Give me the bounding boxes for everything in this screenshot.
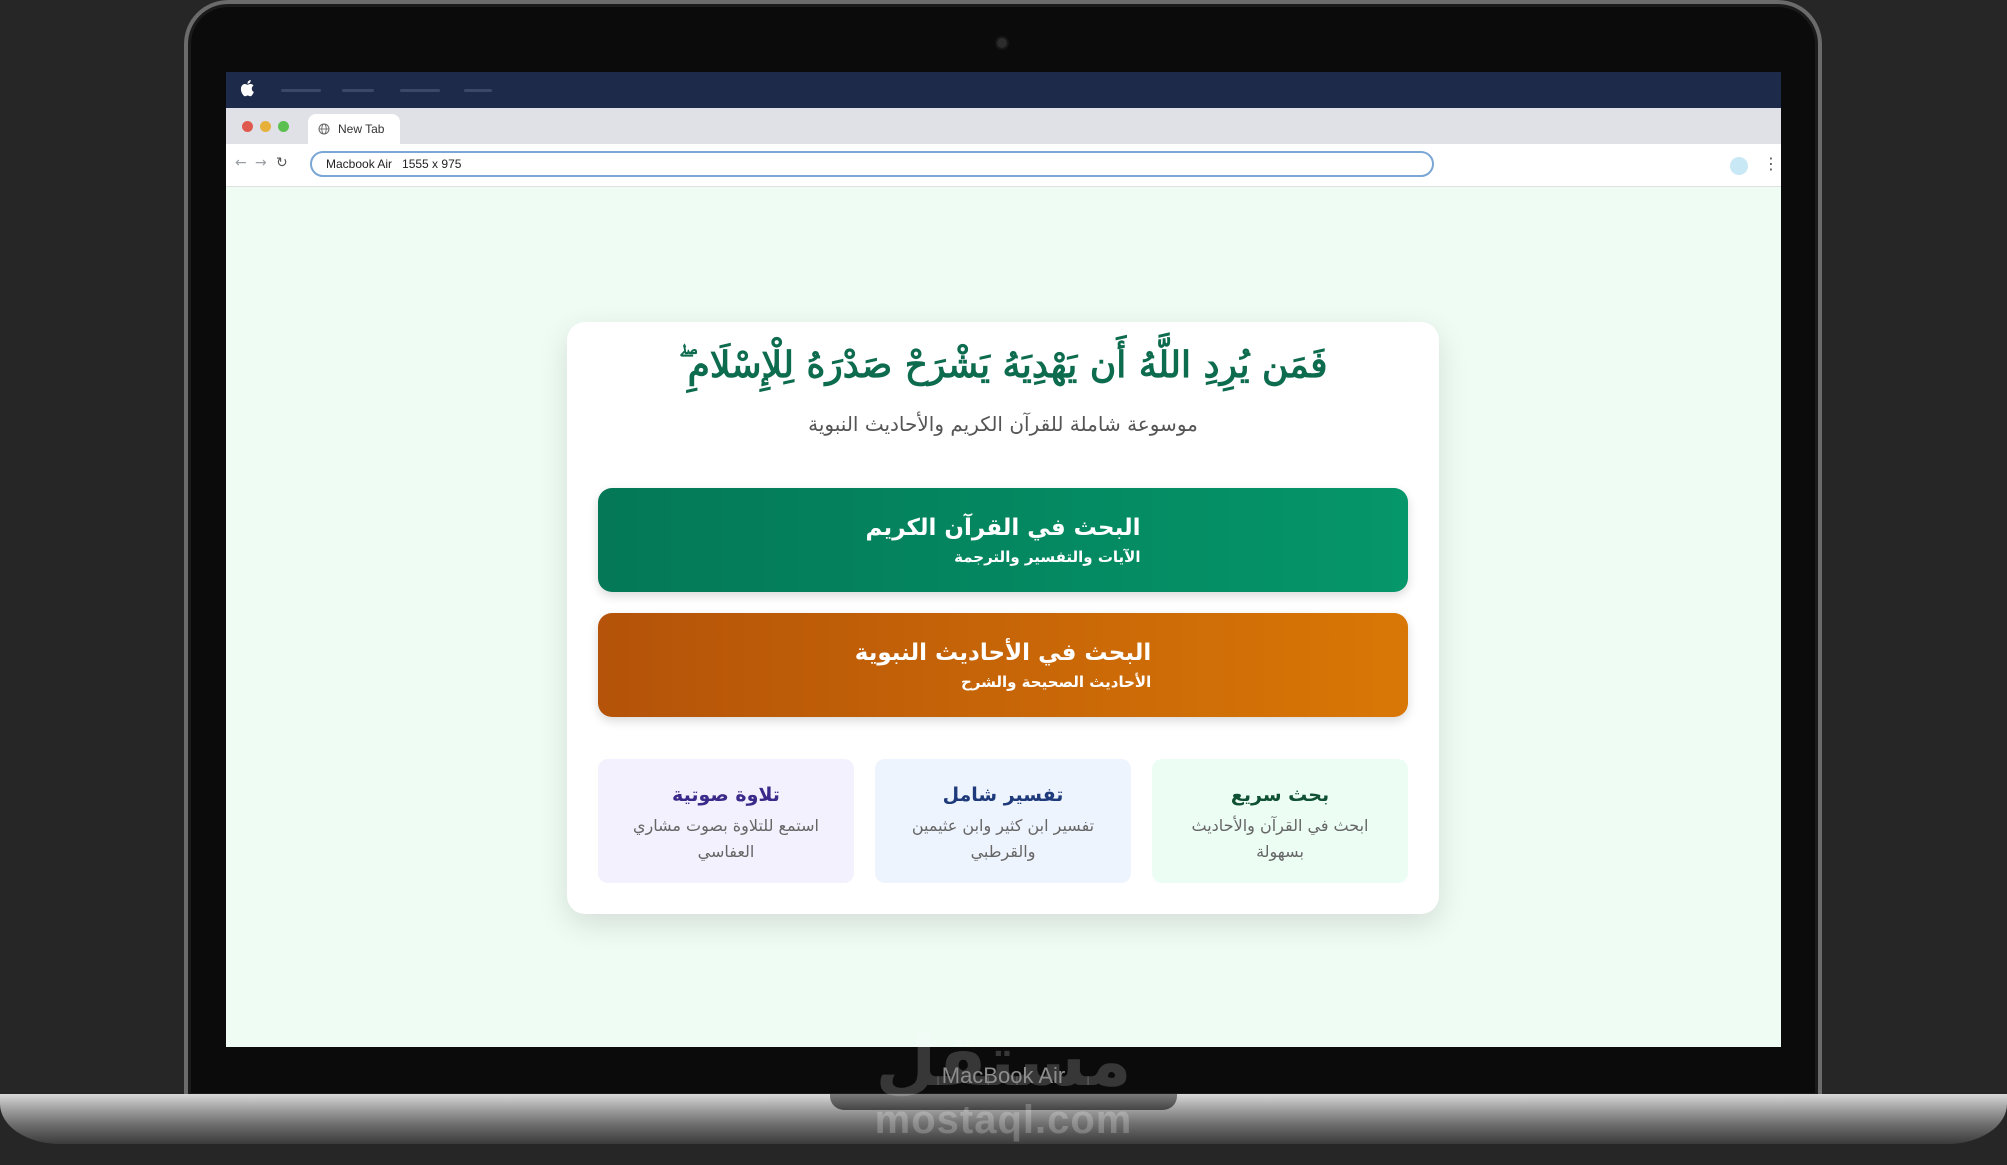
- feature-title: بحث سريع: [1230, 784, 1330, 806]
- hadith-search-subtitle: الأحاديث الصحيحة والشرح: [960, 673, 1152, 691]
- menu-item-placeholder[interactable]: [281, 89, 321, 92]
- close-window-button[interactable]: [242, 121, 253, 132]
- menu-item-placeholder[interactable]: [464, 89, 492, 92]
- address-bar-row: ← → ↻ Macbook Air 1555 x 975 ⋮: [226, 144, 1781, 187]
- watermark-english: mostaql.com: [874, 1098, 1133, 1142]
- url-field[interactable]: Macbook Air 1555 x 975: [310, 151, 1434, 177]
- profile-avatar-icon[interactable]: [1730, 157, 1748, 175]
- hadith-search-title: البحث في الأحاديث النبوية: [854, 640, 1152, 666]
- browser-menu-icon[interactable]: ⋮: [1763, 154, 1779, 173]
- apple-logo-icon: [240, 79, 260, 99]
- page-subtitle: موسوعة شاملة للقرآن الكريم والأحاديث الن…: [808, 412, 1198, 436]
- feature-description: ابحث في القرآن والأحاديث بسهولة: [1191, 816, 1369, 861]
- main-card: فَمَن يُرِدِ اللَّهُ أَن يَهْدِيَهُ يَشْ…: [567, 322, 1439, 914]
- forward-arrow-icon[interactable]: →: [255, 155, 267, 171]
- hadith-search-button[interactable]: البحث في الأحاديث النبوية الأحاديث الصحي…: [598, 613, 1408, 717]
- quran-search-title: البحث في القرآن الكريم: [865, 515, 1141, 541]
- menu-item-placeholder[interactable]: [342, 89, 374, 92]
- url-text: Macbook Air 1555 x 975: [326, 157, 462, 171]
- back-arrow-icon[interactable]: ←: [235, 155, 247, 171]
- watermark-arabic: مستقل: [875, 1020, 1132, 1102]
- globe-icon: [318, 123, 330, 135]
- screen: New Tab ← → ↻ Macbook Air 1555 x 975 ⋮ ف…: [226, 72, 1781, 1047]
- quran-search-subtitle: الآيات والتفسير والترجمة: [954, 548, 1141, 566]
- feature-quick-search: بحث سريع ابحث في القرآن والأحاديث بسهولة: [1152, 759, 1408, 883]
- camera-icon: [997, 38, 1007, 48]
- tab-title: New Tab: [338, 122, 385, 136]
- feature-title: تفسير شامل: [942, 784, 1064, 806]
- feature-audio-recitation: تلاوة صوتية استمع للتلاوة بصوت مشاري الع…: [598, 759, 854, 883]
- menu-item-placeholder[interactable]: [400, 89, 440, 92]
- minimize-window-button[interactable]: [260, 121, 271, 132]
- feature-tafsir: تفسير شامل تفسير ابن كثير وابن عثيمين وا…: [875, 759, 1131, 883]
- device-model-label: MacBook Air: [941, 1063, 1066, 1088]
- feature-description: استمع للتلاوة بصوت مشاري العفاسي: [633, 816, 819, 861]
- quran-search-button[interactable]: البحث في القرآن الكريم الآيات والتفسير و…: [598, 488, 1408, 592]
- browser-tab[interactable]: New Tab: [308, 114, 400, 144]
- reload-icon[interactable]: ↻: [276, 155, 288, 171]
- feature-title: تلاوة صوتية: [672, 784, 780, 806]
- mac-menu-bar: [226, 72, 1781, 108]
- quran-verse-heading: فَمَن يُرِدِ اللَّهُ أَن يَهْدِيَهُ يَشْ…: [678, 344, 1328, 386]
- browser-tabstrip: New Tab: [226, 108, 1781, 144]
- maximize-window-button[interactable]: [278, 121, 289, 132]
- feature-description: تفسير ابن كثير وابن عثيمين والقرطبي: [911, 816, 1095, 861]
